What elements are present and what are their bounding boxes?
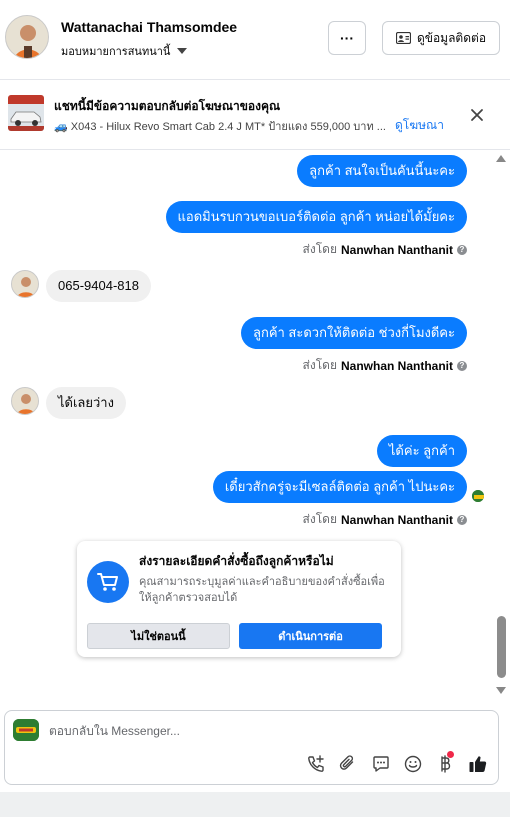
attach-icon	[339, 755, 354, 770]
ad-reply-banner: แชทนี้มีข้อความตอบกลับต่อโฆษณาของคุณ 🚙 X…	[0, 80, 510, 150]
emoji-button[interactable]	[402, 753, 424, 775]
outgoing-message[interactable]: เดี๋ยวสักครู่จะมีเซลล์ติดต่อ ลูกค้า ไปนะ…	[212, 471, 467, 503]
call-add-icon	[308, 755, 324, 772]
like-button[interactable]	[467, 753, 489, 775]
sent-by-prefix: ส่งโดย	[302, 358, 337, 372]
call-add-button[interactable]	[305, 753, 327, 775]
more-options-button[interactable]: ···	[328, 21, 366, 55]
saved-replies-button[interactable]	[370, 753, 392, 775]
contact-card-icon	[395, 32, 411, 44]
scroll-down-arrow[interactable]	[496, 687, 506, 694]
contact-avatar-small	[11, 387, 39, 415]
not-now-button[interactable]: ไม่ใช่ตอนนี้	[87, 623, 230, 649]
view-contact-button[interactable]: ดูข้อมูลติดต่อ	[382, 21, 500, 55]
continue-button[interactable]: ดำเนินการต่อ	[239, 623, 382, 649]
sent-by-label: ส่งโดย Nanwhan Nanthanit ?	[303, 240, 467, 259]
page-avatar	[13, 719, 39, 741]
sent-by-label: ส่งโดย Nanwhan Nanthanit ?	[303, 510, 467, 529]
outgoing-message[interactable]: ลูกค้า สะดวกให้ติดต่อ ช่วงกี่โมงดีคะ	[240, 317, 467, 349]
view-contact-label: ดูข้อมูลติดต่อ	[416, 30, 487, 45]
contact-avatar-small	[11, 270, 39, 298]
scroll-up-arrow[interactable]	[496, 155, 506, 162]
help-icon[interactable]: ?	[457, 360, 467, 371]
order-details-prompt-card: ส่งรายละเอียดคำสั่งซื้อถึงลูกค้าหรือไม่ …	[77, 541, 401, 657]
order-card-title: ส่งรายละเอียดคำสั่งซื้อถึงลูกค้าหรือไม่	[139, 554, 334, 568]
ad-banner-title: แชทนี้มีข้อความตอบกลับต่อโฆษณาของคุณ	[54, 99, 281, 113]
like-icon	[469, 756, 487, 772]
sent-by-label: ส่งโดย Nanwhan Nanthanit ?	[303, 356, 467, 375]
sent-by-prefix: ส่งโดย	[302, 242, 337, 256]
outgoing-message[interactable]: ได้ค่ะ ลูกค้า	[376, 435, 467, 467]
window-bottom-strip	[0, 792, 510, 817]
help-icon[interactable]: ?	[457, 514, 467, 525]
sent-by-prefix: ส่งโดย	[302, 512, 337, 526]
message-composer: ตอบกลับใน Messenger...	[4, 710, 499, 785]
scrollbar-thumb[interactable]	[497, 616, 506, 678]
caret-down-icon	[177, 48, 188, 54]
incoming-message[interactable]: ได้เลยว่าง	[46, 387, 126, 419]
sender-name: Nanwhan Nanthanit	[340, 242, 453, 257]
ad-thumbnail[interactable]	[8, 95, 44, 131]
assign-label: มอบหมายการสนทนานี้	[61, 46, 171, 58]
more-icon: ···	[340, 30, 354, 46]
notification-dot	[447, 751, 454, 758]
incoming-message[interactable]: 065-9404-818	[46, 270, 151, 302]
close-icon	[471, 109, 483, 121]
help-icon[interactable]: ?	[457, 244, 467, 255]
sender-name: Nanwhan Nanthanit	[340, 358, 453, 373]
ad-banner-subtitle: 🚙 X043 - Hilux Revo Smart Cab 2.4 J MT* …	[54, 121, 386, 133]
outgoing-message[interactable]: ลูกค้า สนใจเป็นคันนี้นะคะ	[297, 155, 467, 187]
conversation-header: Wattanachai Thamsomdee มอบหมายการสนทนานี…	[0, 0, 510, 80]
contact-name: Wattanachai Thamsomdee	[61, 19, 238, 35]
reply-input[interactable]: ตอบกลับใน Messenger...	[49, 722, 180, 741]
cart-icon	[87, 561, 129, 603]
attach-button[interactable]	[337, 753, 359, 775]
emoji-icon	[404, 755, 422, 773]
assign-conversation-dropdown[interactable]: มอบหมายการสนทนานี้	[61, 42, 188, 60]
seen-avatar	[471, 489, 485, 503]
view-ad-link[interactable]: ดูโฆษณา	[395, 116, 444, 135]
sender-name: Nanwhan Nanthanit	[340, 512, 453, 527]
contact-avatar[interactable]	[5, 15, 49, 59]
close-ad-banner-button[interactable]	[466, 104, 488, 126]
chat-icon	[373, 756, 389, 772]
outgoing-message[interactable]: แอดมินรบกวนขอเบอร์ติดต่อ ลูกค้า หน่อยได้…	[165, 201, 467, 233]
order-card-description: คุณสามารถระบุมูลค่าและคำอธิบายของคำสั่งซ…	[139, 576, 385, 604]
